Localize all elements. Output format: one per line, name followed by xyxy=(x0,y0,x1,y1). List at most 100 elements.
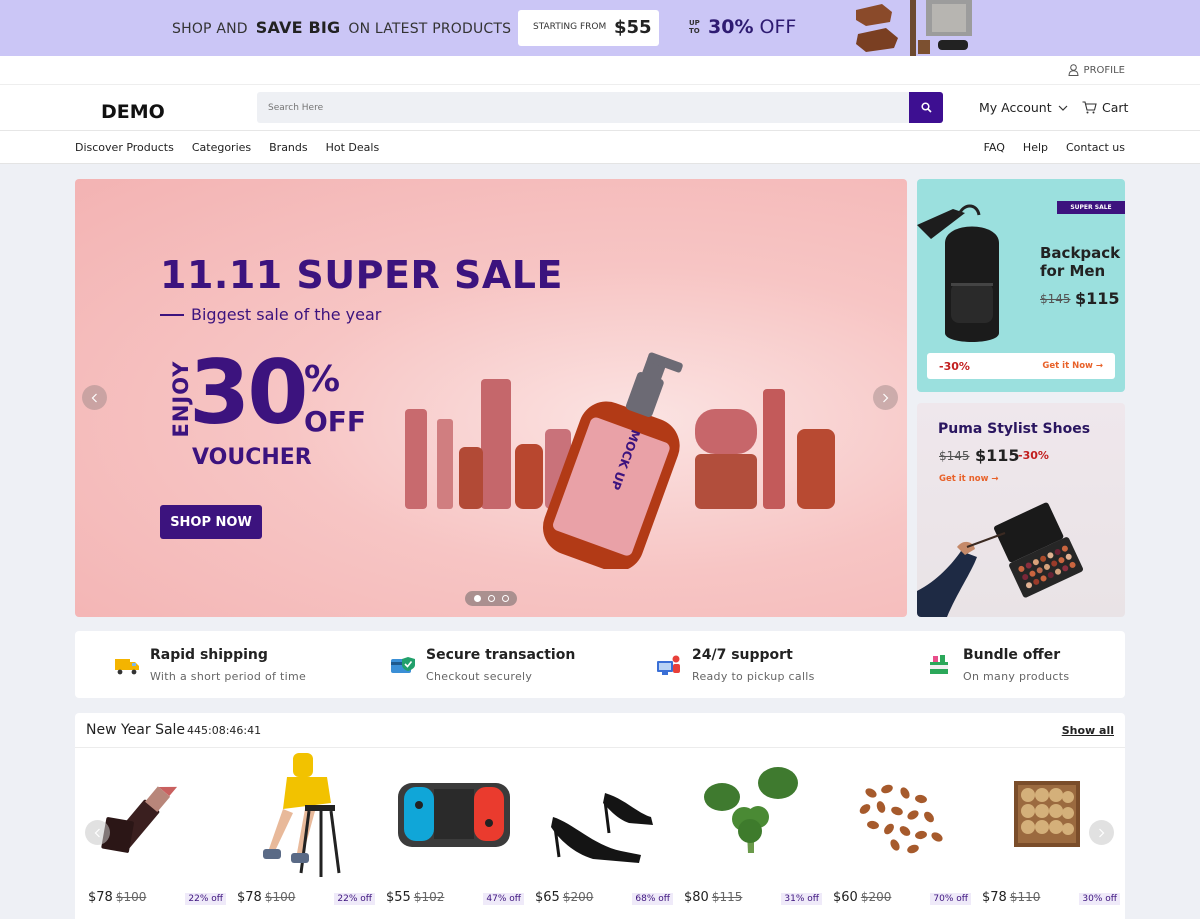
feature-subtitle: Checkout securely xyxy=(426,670,533,683)
heels-image xyxy=(551,793,653,863)
backpack-product-image xyxy=(917,204,999,342)
product-price: $55 $102 xyxy=(386,890,444,905)
discount-badge: 22% off xyxy=(334,893,375,905)
nav-categories[interactable]: Categories xyxy=(192,141,251,154)
hero-dot-1[interactable] xyxy=(473,595,481,602)
main-header: DEMO My Account Cart xyxy=(0,85,1200,131)
nav-hot-deals[interactable]: Hot Deals xyxy=(326,141,380,154)
main-nav: Discover Products Categories Brands Hot … xyxy=(0,131,1200,164)
promo-starting-price: $55 xyxy=(614,17,652,38)
my-account-label: My Account xyxy=(979,100,1052,115)
puma-shoes-banner[interactable]: Puma Stylist Shoes $145 $115 -30% Get it… xyxy=(917,403,1125,617)
puma-title: Puma Stylist Shoes xyxy=(938,421,1091,437)
nav-discover-products[interactable]: Discover Products xyxy=(75,141,174,154)
chevron-right-icon xyxy=(883,393,889,402)
show-all-link[interactable]: Show all xyxy=(1062,724,1114,737)
lipstick-image xyxy=(101,786,178,853)
promo-off: 30% OFF xyxy=(708,16,796,38)
hero-dot-3[interactable] xyxy=(501,595,509,602)
nav-contact-us[interactable]: Contact us xyxy=(1066,141,1125,154)
price-old: $102 xyxy=(413,890,445,904)
secure-card-icon xyxy=(391,657,415,673)
sale-header: New Year Sale 445:08:46:41 Show all xyxy=(75,713,1125,748)
backpack-cta-bar[interactable]: -30% Get it Now → xyxy=(927,353,1115,379)
shop-now-button[interactable]: SHOP NOW xyxy=(160,505,262,539)
product-card[interactable]: $60 $200 70% off xyxy=(831,753,971,913)
puma-new-price: $115 xyxy=(975,446,1020,465)
nav-brands[interactable]: Brands xyxy=(269,141,308,154)
feature-subtitle: On many products xyxy=(963,670,1070,683)
hero-subtitle: Biggest sale of the year xyxy=(160,305,381,324)
product-card[interactable]: $80 $115 31% off xyxy=(682,753,822,913)
cosmetics-product-image: MOCK UP xyxy=(405,352,835,569)
nav-help[interactable]: Help xyxy=(1023,141,1048,154)
nav-right: FAQ Help Contact us xyxy=(984,141,1125,154)
promo-banner[interactable]: SHOP AND SAVE BIG ON LATEST PRODUCTS START… xyxy=(0,0,1200,56)
promo-on-latest: ON LATEST PRODUCTS xyxy=(348,21,512,37)
search-input[interactable] xyxy=(257,92,909,123)
nav-faq[interactable]: FAQ xyxy=(984,141,1005,154)
search-button[interactable] xyxy=(909,92,943,123)
sale-countdown: 445:08:46:41 xyxy=(187,724,262,737)
puma-get-it-now[interactable]: Get it now → xyxy=(939,474,999,484)
almonds-image xyxy=(859,784,943,854)
hero-voucher: VOUCHER xyxy=(192,445,312,470)
discount-badge: 22% off xyxy=(185,893,226,905)
hero-next-arrow[interactable] xyxy=(873,385,898,410)
chevron-right-icon xyxy=(1099,828,1105,837)
hero-dot-2[interactable] xyxy=(487,595,495,602)
search-bar xyxy=(257,92,943,123)
feature-subtitle: With a short period of time xyxy=(150,670,307,683)
backpack-new-price: $115 xyxy=(1075,289,1120,308)
price-old: $200 xyxy=(860,890,892,904)
hero-title: 11.11 SUPER SALE xyxy=(160,253,563,297)
shoes-product-image xyxy=(852,0,978,56)
backpack-get-it-now[interactable]: Get it Now → xyxy=(1042,361,1103,371)
hero-slider: MOCK UP 11.11 SUPER SALE Biggest sale of… xyxy=(75,179,907,617)
cart-link[interactable]: Cart xyxy=(1082,100,1128,115)
puma-old-price: $145 xyxy=(939,449,970,463)
feature-subtitle: Ready to pickup calls xyxy=(692,670,815,683)
price-current: $78 xyxy=(88,890,113,905)
product-card[interactable]: $78 $100 22% off xyxy=(235,753,375,913)
price-current: $55 xyxy=(386,890,411,905)
product-price: $60 $200 xyxy=(833,890,891,905)
discount-badge: 47% off xyxy=(483,893,524,905)
hero-percent: % xyxy=(304,359,341,400)
hero-dash xyxy=(160,313,184,316)
promo-text: SHOP AND SAVE BIG ON LATEST PRODUCTS xyxy=(172,18,511,37)
price-current: $78 xyxy=(982,890,1007,905)
backpack-title: Backpack for Men xyxy=(1040,244,1121,280)
backpack-banner[interactable]: SUPER SALE Backpack for Men $145 $115 -3… xyxy=(917,179,1125,392)
price-old: $100 xyxy=(115,890,147,904)
super-sale-tag: SUPER SALE xyxy=(1057,201,1125,214)
sale-prev-arrow[interactable] xyxy=(85,820,110,845)
product-price: $78 $100 xyxy=(237,890,295,905)
hero-big-number: 30 xyxy=(189,341,308,444)
stool-model-image xyxy=(263,753,341,877)
my-account-dropdown[interactable]: My Account xyxy=(979,100,1068,115)
game-controller-image xyxy=(398,783,510,847)
product-price: $78 $110 xyxy=(982,890,1040,905)
discount-badge: 68% off xyxy=(632,893,673,905)
site-logo[interactable]: DEMO xyxy=(101,101,165,123)
product-price: $80 $115 xyxy=(684,890,742,905)
utility-bar: PROFILE xyxy=(0,56,1200,85)
sale-next-arrow[interactable] xyxy=(1089,820,1114,845)
hero-subtitle-text: Biggest sale of the year xyxy=(191,305,382,324)
truck-icon xyxy=(115,659,139,675)
promo-off-word: OFF xyxy=(759,16,797,38)
cart-label: Cart xyxy=(1102,100,1129,115)
profile-link[interactable]: PROFILE xyxy=(1068,64,1125,76)
discount-badge: 31% off xyxy=(781,893,822,905)
product-card[interactable]: $55 $102 47% off xyxy=(384,753,524,913)
cart-icon xyxy=(1082,101,1097,114)
product-card[interactable]: $65 $200 68% off xyxy=(533,753,673,913)
feature-title: Rapid shipping xyxy=(150,647,268,663)
broccoli-image xyxy=(704,767,798,853)
hero-prev-arrow[interactable] xyxy=(82,385,107,410)
hero-off: OFF xyxy=(304,405,367,438)
search-icon xyxy=(920,102,932,113)
new-year-sale-section: New Year Sale 445:08:46:41 Show all $78 $… xyxy=(75,713,1125,919)
hero-pagination xyxy=(465,591,517,606)
